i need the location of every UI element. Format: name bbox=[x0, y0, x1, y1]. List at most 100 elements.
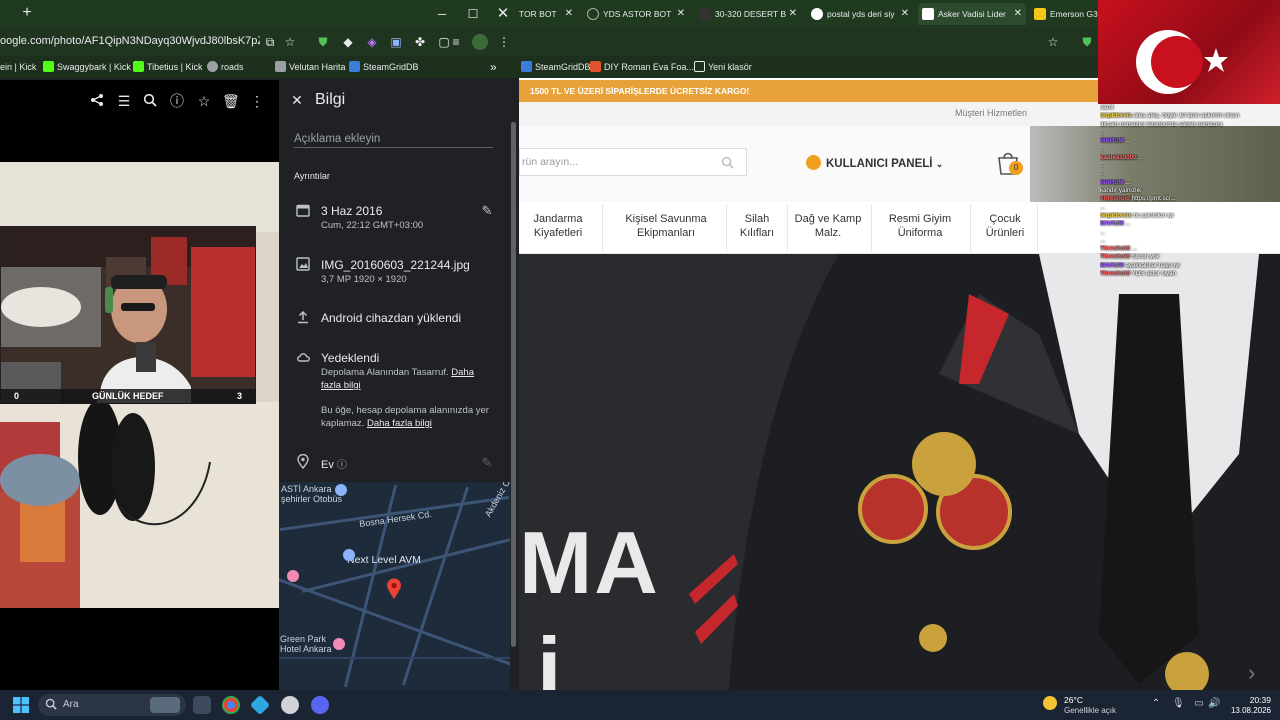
windows-icon[interactable] bbox=[13, 697, 29, 713]
display-icon[interactable]: ▭ bbox=[1193, 698, 1205, 710]
chat-message: ... bbox=[1100, 237, 1278, 244]
mall-icon[interactable] bbox=[343, 549, 355, 561]
tab-close-icon[interactable]: ✕ bbox=[1014, 3, 1022, 25]
tab-active[interactable]: Asker Vadisi Lider ✕ bbox=[918, 3, 1026, 25]
bookmark-item[interactable]: DIY Roman Eva Foa... bbox=[590, 59, 694, 75]
carousel-next-icon[interactable]: › bbox=[1248, 660, 1255, 686]
learn-more-link[interactable]: Daha bbox=[451, 367, 474, 378]
hotel-icon[interactable] bbox=[333, 638, 345, 650]
extension-icon[interactable]: ◆ bbox=[340, 34, 356, 50]
new-tab-icon[interactable]: + bbox=[18, 4, 36, 22]
minimize-icon[interactable]: ─ bbox=[432, 4, 452, 24]
bus-stop-icon[interactable] bbox=[335, 484, 347, 496]
location-pin-icon[interactable] bbox=[386, 578, 402, 605]
profile-avatar[interactable] bbox=[472, 34, 488, 50]
volume-icon[interactable]: 🔊 bbox=[1208, 698, 1220, 710]
chat-username: MAHUM bbox=[1100, 261, 1126, 269]
bookmark-item[interactable]: roads bbox=[207, 59, 244, 75]
edit-location-icon[interactable]: ✎ bbox=[479, 455, 495, 471]
info-icon[interactable]: ⓘ bbox=[169, 93, 185, 109]
trash-icon[interactable]: 🗑 bbox=[222, 93, 240, 109]
nav-item-jandarma[interactable]: Jandarma Kiyafetleri bbox=[521, 212, 595, 240]
description-field[interactable]: Açıklama ekleyin bbox=[294, 130, 493, 148]
clock-time[interactable]: 20:39 bbox=[1247, 695, 1271, 705]
nav-item-silah[interactable]: Silah Kılıfları bbox=[730, 212, 784, 240]
storage-learn-more-link[interactable]: Daha fazla bilgi bbox=[367, 418, 432, 429]
nav-item-savunma[interactable]: Kişisel Savunma Ekipmanları bbox=[610, 212, 722, 240]
bookmark-item[interactable]: SteamGridDB bbox=[349, 59, 419, 75]
nav-item-kamp[interactable]: Dağ ve Kamp Malz. bbox=[789, 212, 867, 240]
tray-chevron-icon[interactable]: ⌃ bbox=[1150, 698, 1162, 710]
weather-temp[interactable]: 26°C bbox=[1064, 695, 1083, 705]
close-icon[interactable]: ✕ bbox=[289, 92, 305, 108]
tab-close-icon[interactable]: ✕ bbox=[789, 3, 797, 25]
tab[interactable]: 30-320 DESERT B ✕ bbox=[695, 3, 801, 25]
address-bar[interactable]: ☆ ⛊ bbox=[519, 28, 1099, 56]
learn-more-link[interactable]: fazla bilgi bbox=[321, 380, 361, 391]
clock-date[interactable]: 13.08.2026 bbox=[1230, 706, 1271, 715]
extension-icon[interactable]: ▣ bbox=[388, 34, 404, 50]
location-map[interactable]: ASTİ Ankara şehirler Otobüs Bosna Hersek … bbox=[279, 482, 510, 690]
search-placeholder[interactable]: rün arayın... bbox=[522, 156, 578, 168]
taskbar-search-label[interactable]: Ara bbox=[63, 699, 79, 710]
install-icon[interactable]: ⧉ bbox=[262, 34, 278, 50]
more-bookmarks-icon[interactable]: » bbox=[490, 59, 497, 75]
upload-source: Android cihazdan yüklendi bbox=[321, 311, 462, 325]
tab[interactable]: postal yds deri siy ✕ bbox=[807, 3, 913, 25]
tab[interactable]: TOR BOT ✕ bbox=[519, 3, 577, 25]
adjust-icon[interactable]: ☰ bbox=[116, 93, 132, 109]
customer-service-link[interactable]: Müşteri Hizmetleri bbox=[955, 108, 1027, 118]
bookmark-folder[interactable]: Yeni klasör bbox=[694, 59, 752, 75]
menu-icon[interactable]: ⋮ bbox=[496, 34, 512, 50]
goal-current: 0 bbox=[14, 391, 20, 401]
task-view-icon[interactable] bbox=[193, 696, 211, 714]
tab-search-icon[interactable]: ≡ bbox=[448, 34, 464, 50]
star-icon[interactable]: ☆ bbox=[196, 93, 212, 109]
extensions-puzzle-icon[interactable]: ✤ bbox=[412, 34, 428, 50]
bookmark-item[interactable]: Swaggybark | Kick bbox=[43, 59, 131, 75]
left-address-bar[interactable]: oogle.com/photo/AF1QipN3NDayq30WjvdJ80lb… bbox=[0, 28, 519, 56]
extension-icon[interactable]: ◈ bbox=[364, 34, 380, 50]
info-scrollbar[interactable] bbox=[511, 122, 516, 647]
hotel-icon[interactable] bbox=[287, 570, 299, 582]
nav-item-resmi[interactable]: Resmi Giyim Üniforma bbox=[876, 212, 964, 240]
url-text[interactable]: oogle.com/photo/AF1QipN3NDayq30WjvdJ80lb… bbox=[0, 35, 260, 47]
share-icon[interactable] bbox=[89, 93, 105, 109]
zoom-icon[interactable] bbox=[142, 93, 158, 109]
location-info-icon[interactable]: ⓘ bbox=[337, 460, 347, 471]
photo-toolbar: ☰ ⓘ ☆ 🗑 ⋮ bbox=[0, 80, 279, 120]
tab-close-icon[interactable]: ✕ bbox=[677, 3, 685, 25]
image-icon bbox=[295, 257, 311, 273]
description-placeholder[interactable]: Açıklama ekleyin bbox=[294, 133, 380, 145]
bookmark-item[interactable]: Tibetius | Kick bbox=[133, 59, 203, 75]
tab-close-icon[interactable]: ✕ bbox=[565, 3, 573, 25]
search-icon[interactable] bbox=[721, 156, 734, 172]
maximize-icon[interactable]: ☐ bbox=[463, 4, 483, 24]
app-icon[interactable] bbox=[281, 696, 299, 714]
hero-banner[interactable] bbox=[519, 254, 1280, 690]
extension-shield-icon[interactable]: ⛊ bbox=[315, 34, 331, 50]
steamgriddb-icon bbox=[521, 61, 532, 72]
mic-icon[interactable]: 🎙 bbox=[1172, 698, 1185, 710]
chrome-icon[interactable] bbox=[222, 696, 240, 714]
edit-icon[interactable]: ✎ bbox=[479, 203, 495, 219]
tab[interactable]: Emerson G3 Co bbox=[1030, 3, 1099, 25]
nav-item-cocuk[interactable]: Çocuk Ürünleri bbox=[976, 212, 1034, 240]
close-window-icon[interactable]: ✕ bbox=[493, 4, 513, 24]
bookmark-star-icon[interactable]: ☆ bbox=[282, 34, 298, 50]
bookmark-item[interactable]: SteamGridDB bbox=[521, 59, 591, 75]
weather-sun-icon[interactable] bbox=[1043, 696, 1057, 710]
search-highlight-icon[interactable] bbox=[150, 697, 180, 713]
tab[interactable]: YDS ASTOR BOT ✕ bbox=[583, 3, 689, 25]
tab-close-icon[interactable]: ✕ bbox=[901, 3, 909, 25]
chat-message: Threshold https://prnt.sc/... bbox=[1100, 195, 1278, 202]
bookmark-item[interactable]: Velutan Harita bbox=[275, 59, 346, 75]
discord-icon[interactable] bbox=[311, 696, 329, 714]
bookmark-star-icon[interactable]: ☆ bbox=[1045, 34, 1061, 50]
more-icon[interactable]: ⋮ bbox=[249, 93, 265, 109]
extension-shield-icon[interactable]: ⛊ bbox=[1079, 34, 1095, 50]
google-icon bbox=[811, 8, 823, 20]
bookmark-item[interactable]: ein | Kick bbox=[0, 59, 36, 75]
weather-desc[interactable]: Genellikle açık bbox=[1064, 706, 1116, 715]
user-panel-button[interactable]: KULLANICI PANELİ ⌄ bbox=[806, 155, 943, 173]
